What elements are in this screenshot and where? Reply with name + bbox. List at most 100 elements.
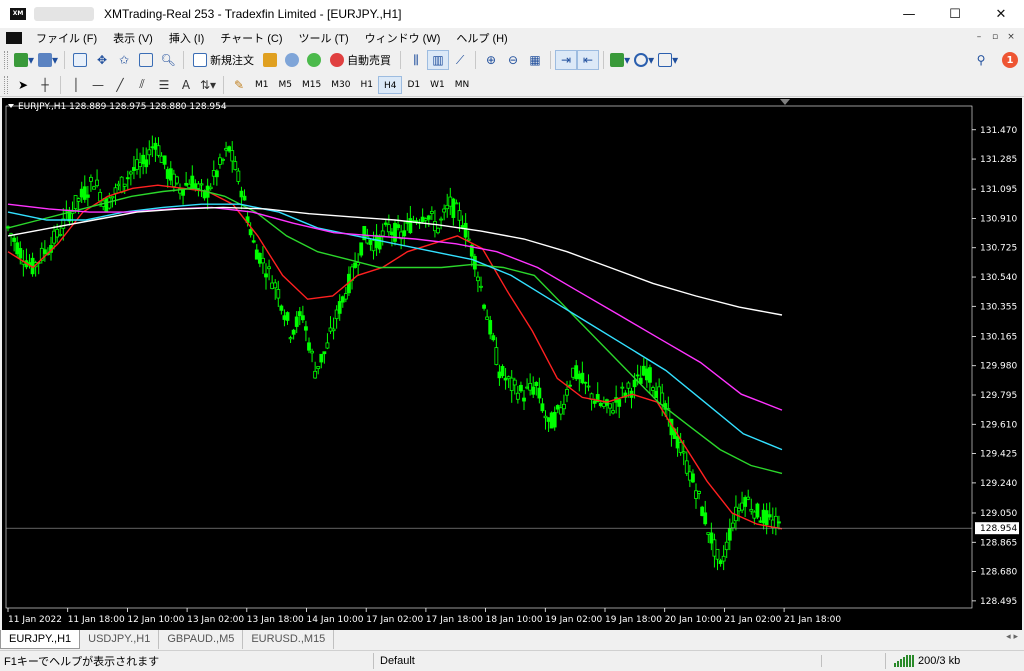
mdi-close-button[interactable]: ×: [1004, 30, 1018, 44]
timeframe-mn[interactable]: MN: [450, 76, 475, 94]
chart-shift-button[interactable]: ⇤: [577, 50, 599, 70]
toolbar-grip[interactable]: [4, 76, 8, 94]
connection-status[interactable]: 200/3 kb: [886, 655, 960, 667]
candle-body: [369, 240, 372, 244]
candle-body: [446, 205, 449, 208]
auto-scroll-button[interactable]: ⇥: [555, 50, 577, 70]
timeframe-d1[interactable]: D1: [402, 76, 425, 94]
tab-usdjpy-h1[interactable]: USDJPY.,H1: [80, 630, 159, 649]
cursor-tool-button[interactable]: ➤: [12, 75, 34, 95]
market-watch-button[interactable]: [69, 50, 91, 70]
candle-body: [314, 371, 317, 378]
timeframe-m15[interactable]: M15: [297, 76, 326, 94]
mdi-minimize-button[interactable]: –: [972, 30, 986, 44]
search-icon[interactable]: ⚲: [970, 50, 992, 70]
tab-eurjpy-h1[interactable]: EURJPY.,H1: [0, 630, 80, 649]
arrows-button[interactable]: ⇅▾: [197, 75, 219, 95]
fibonacci-button[interactable]: ☰: [153, 75, 175, 95]
candle-body: [160, 156, 163, 162]
candle-body: [609, 404, 612, 408]
candle-body: [774, 516, 777, 528]
crosshair-tool-button[interactable]: ┼: [34, 75, 56, 95]
candle-body: [510, 378, 513, 390]
timeframe-h1[interactable]: H1: [355, 76, 378, 94]
price-chart[interactable]: 131.470 131.285 131.095 130.910 130.725 130.5…: [2, 98, 1022, 630]
mdi-restore-button[interactable]: ▫: [988, 30, 1002, 44]
candle-body: [553, 412, 556, 427]
menu-window[interactable]: ウィンドウ (W): [357, 30, 449, 46]
templates-icon: [658, 53, 672, 67]
meta-editor-button[interactable]: [259, 50, 281, 70]
signals-button[interactable]: [303, 50, 325, 70]
maximize-button[interactable]: ☐: [932, 0, 978, 28]
terminal-button[interactable]: [135, 50, 157, 70]
candle-body: [105, 199, 108, 211]
notification-badge[interactable]: 1: [1002, 52, 1018, 68]
candle-body: [126, 178, 129, 179]
new-order-button[interactable]: 新規注文: [188, 50, 259, 70]
toolbar-grip[interactable]: [4, 51, 8, 69]
zoom-out-button[interactable]: ⊖: [502, 50, 524, 70]
candle-body: [440, 219, 443, 220]
strategy-tester-button[interactable]: 🔍︎: [157, 50, 179, 70]
candle-body: [526, 387, 529, 388]
templates-button[interactable]: ▾: [656, 50, 680, 70]
auto-trading-button[interactable]: 自動売買: [325, 50, 396, 70]
timeframe-w1[interactable]: W1: [425, 76, 450, 94]
timeframe-m1[interactable]: M1: [250, 76, 274, 94]
pencil-icon[interactable]: ✎: [228, 75, 250, 95]
timeframe-m30[interactable]: M30: [326, 76, 355, 94]
candle-body: [381, 231, 384, 236]
menu-tools[interactable]: ツール (T): [291, 30, 357, 46]
zoom-in-button[interactable]: ⊕: [480, 50, 502, 70]
profiles-button[interactable]: ▾: [36, 50, 60, 70]
menu-insert[interactable]: 挿入 (I): [161, 30, 212, 46]
candle-body: [452, 199, 455, 218]
candle-body: [215, 171, 218, 177]
navigator-button[interactable]: ✩: [113, 50, 135, 70]
candle-body: [719, 561, 722, 564]
candle-chart-button[interactable]: ▥: [427, 50, 449, 70]
timeframe-m5[interactable]: M5: [274, 76, 298, 94]
tab-eurusd-m15[interactable]: EURUSD.,M15: [243, 630, 334, 649]
candle-body: [286, 313, 289, 321]
tab-scroll-arrows[interactable]: ◂ ▸: [1006, 632, 1018, 642]
candle-body: [489, 320, 492, 334]
mdi-chart-icon[interactable]: [6, 32, 22, 44]
menu-view[interactable]: 表示 (V): [105, 30, 161, 46]
minimize-button[interactable]: —: [886, 0, 932, 28]
chart-canvas[interactable]: 131.470 131.285 131.095 130.910 130.725 130.5…: [2, 98, 1022, 630]
close-button[interactable]: ✕: [978, 0, 1024, 28]
candle-body: [513, 380, 516, 385]
app-logo-icon: XM: [10, 8, 26, 20]
candle-body: [163, 156, 166, 164]
periods-button[interactable]: ▾: [632, 50, 656, 70]
x-tick-label: 17 Jan 18:00: [426, 615, 483, 625]
candle-body: [384, 223, 387, 224]
signals-icon: [307, 53, 321, 67]
line-chart-button[interactable]: ⟋: [449, 50, 471, 70]
text-tool-button[interactable]: A: [175, 75, 197, 95]
bar-chart-button[interactable]: ⫼: [405, 50, 427, 70]
community-button[interactable]: [281, 50, 303, 70]
candle-body: [308, 343, 311, 350]
y-tick-label: 128.680: [980, 568, 1017, 578]
tab-gbpaud-m5[interactable]: GBPAUD.,M5: [159, 630, 243, 649]
menu-help[interactable]: ヘルプ (H): [448, 30, 515, 46]
x-tick-label: 20 Jan 10:00: [665, 615, 722, 625]
channel-button[interactable]: ⫽: [131, 75, 153, 95]
tile-windows-button[interactable]: ▦: [524, 50, 546, 70]
indicators-button[interactable]: ▾: [608, 50, 632, 70]
menu-file[interactable]: ファイル (F): [28, 30, 105, 46]
y-tick-label: 129.795: [980, 391, 1017, 401]
new-chart-button[interactable]: ▾: [12, 50, 36, 70]
menu-charts[interactable]: チャート (C): [212, 30, 290, 46]
trendline-button[interactable]: ╱: [109, 75, 131, 95]
vertical-line-button[interactable]: │: [65, 75, 87, 95]
candle-body: [430, 211, 433, 213]
candle-body: [225, 148, 228, 150]
x-tick-label: 13 Jan 18:00: [247, 615, 304, 625]
data-window-button[interactable]: ✥: [91, 50, 113, 70]
horizontal-line-button[interactable]: —: [87, 75, 109, 95]
timeframe-h4[interactable]: H4: [378, 76, 403, 94]
